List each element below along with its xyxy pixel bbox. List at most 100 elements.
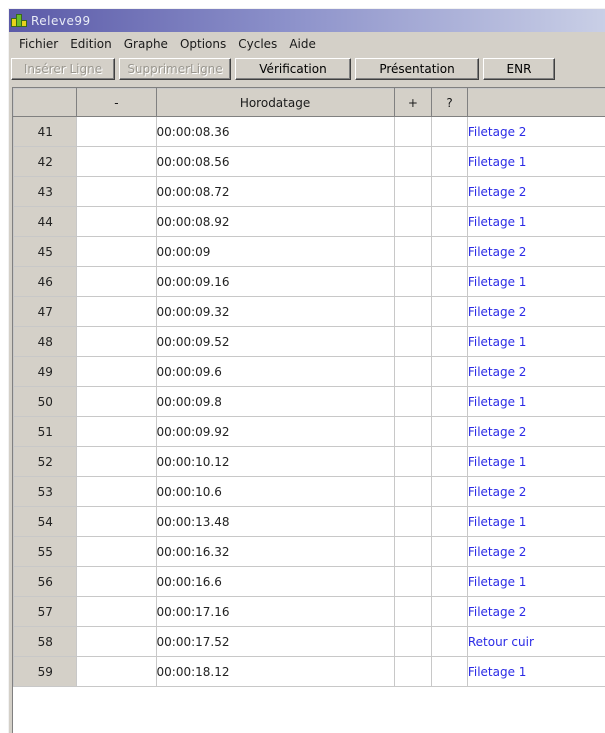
row-number[interactable]: 49 [13, 356, 78, 387]
table-row[interactable]: 47 00:00:09.32 Filetage 2 [13, 296, 605, 327]
cell-timestamp[interactable]: 00:00:17.52 [155, 626, 395, 657]
cell-plus[interactable] [393, 536, 433, 567]
row-number[interactable]: 59 [13, 656, 78, 687]
cell-minus[interactable] [76, 416, 157, 447]
delete-line-button[interactable]: SupprimerLigne [119, 58, 231, 80]
cell-minus[interactable] [76, 176, 157, 207]
cell-timestamp[interactable]: 00:00:08.36 [155, 116, 395, 147]
cell-question[interactable] [431, 476, 468, 507]
row-number[interactable]: 43 [13, 176, 78, 207]
row-number[interactable]: 55 [13, 536, 78, 567]
cell-action[interactable]: Filetage 1 [466, 656, 605, 687]
table-row[interactable]: 41 00:00:08.36 Filetage 2 [13, 116, 605, 147]
cell-timestamp[interactable]: 00:00:18.12 [155, 656, 395, 687]
cell-question[interactable] [431, 296, 468, 327]
cell-action[interactable]: Filetage 2 [466, 356, 605, 387]
table-row[interactable]: 52 00:00:10.12 Filetage 1 [13, 446, 605, 477]
row-number[interactable]: 45 [13, 236, 78, 267]
cell-timestamp[interactable]: 00:00:09 [155, 236, 395, 267]
row-number[interactable]: 53 [13, 476, 78, 507]
cell-timestamp[interactable]: 00:00:09.92 [155, 416, 395, 447]
cell-question[interactable] [431, 266, 468, 297]
cell-action[interactable]: Filetage 2 [466, 236, 605, 267]
cell-minus[interactable] [76, 506, 157, 537]
table-row[interactable]: 53 00:00:10.6 Filetage 2 [13, 476, 605, 507]
cell-action[interactable]: Filetage 2 [466, 296, 605, 327]
cell-plus[interactable] [393, 416, 433, 447]
cell-timestamp[interactable]: 00:00:16.32 [155, 536, 395, 567]
cell-question[interactable] [431, 446, 468, 477]
row-number[interactable]: 52 [13, 446, 78, 477]
cell-action[interactable]: Filetage 1 [466, 566, 605, 597]
cell-timestamp[interactable]: 00:00:17.16 [155, 596, 395, 627]
cell-question[interactable] [431, 326, 468, 357]
row-number[interactable]: 58 [13, 626, 78, 657]
menu-edition[interactable]: Edition [64, 37, 118, 51]
cell-timestamp[interactable]: 00:00:13.48 [155, 506, 395, 537]
menu-options[interactable]: Options [174, 37, 232, 51]
cell-minus[interactable] [76, 626, 157, 657]
row-number[interactable]: 46 [13, 266, 78, 297]
row-number[interactable]: 41 [13, 116, 78, 147]
table-row[interactable]: 44 00:00:08.92 Filetage 1 [13, 206, 605, 237]
cell-timestamp[interactable]: 00:00:16.6 [155, 566, 395, 597]
row-number[interactable]: 44 [13, 206, 78, 237]
cell-action[interactable]: Filetage 1 [466, 446, 605, 477]
cell-question[interactable] [431, 386, 468, 417]
cell-action[interactable]: Filetage 2 [466, 536, 605, 567]
cell-action[interactable]: Filetage 2 [466, 596, 605, 627]
table-row[interactable]: 48 00:00:09.52 Filetage 1 [13, 326, 605, 357]
cell-plus[interactable] [393, 476, 433, 507]
cell-minus[interactable] [76, 266, 157, 297]
presentation-button[interactable]: Présentation [355, 58, 479, 80]
cell-plus[interactable] [393, 236, 433, 267]
cell-question[interactable] [431, 596, 468, 627]
header-horodatage[interactable]: Horodatage [155, 88, 395, 117]
cell-timestamp[interactable]: 00:00:09.32 [155, 296, 395, 327]
menu-aide[interactable]: Aide [283, 37, 322, 51]
table-row[interactable]: 57 00:00:17.16 Filetage 2 [13, 596, 605, 627]
save-button[interactable]: ENR [483, 58, 555, 80]
cell-question[interactable] [431, 206, 468, 237]
cell-minus[interactable] [76, 146, 157, 177]
cell-question[interactable] [431, 116, 468, 147]
cell-action[interactable]: Filetage 1 [466, 506, 605, 537]
cell-question[interactable] [431, 146, 468, 177]
cell-timestamp[interactable]: 00:00:10.6 [155, 476, 395, 507]
menu-graphe[interactable]: Graphe [118, 37, 174, 51]
header-question[interactable]: ? [431, 88, 468, 117]
verification-button[interactable]: Vérification [235, 58, 351, 80]
cell-minus[interactable] [76, 386, 157, 417]
row-number[interactable]: 42 [13, 146, 78, 177]
cell-plus[interactable] [393, 506, 433, 537]
insert-line-button[interactable]: Insérer Ligne [11, 58, 115, 80]
cell-question[interactable] [431, 356, 468, 387]
cell-plus[interactable] [393, 326, 433, 357]
row-number[interactable]: 54 [13, 506, 78, 537]
cell-question[interactable] [431, 176, 468, 207]
cell-plus[interactable] [393, 596, 433, 627]
row-number[interactable]: 50 [13, 386, 78, 417]
menu-cycles[interactable]: Cycles [232, 37, 283, 51]
header-corner[interactable] [13, 88, 78, 117]
cell-action[interactable]: Retour cuir [466, 626, 605, 657]
table-row[interactable]: 46 00:00:09.16 Filetage 1 [13, 266, 605, 297]
cell-minus[interactable] [76, 326, 157, 357]
table-row[interactable]: 51 00:00:09.92 Filetage 2 [13, 416, 605, 447]
cell-timestamp[interactable]: 00:00:08.92 [155, 206, 395, 237]
cell-plus[interactable] [393, 266, 433, 297]
cell-question[interactable] [431, 536, 468, 567]
cell-minus[interactable] [76, 536, 157, 567]
cell-plus[interactable] [393, 656, 433, 687]
cell-minus[interactable] [76, 296, 157, 327]
cell-minus[interactable] [76, 356, 157, 387]
row-number[interactable]: 47 [13, 296, 78, 327]
cell-timestamp[interactable]: 00:00:09.52 [155, 326, 395, 357]
cell-question[interactable] [431, 506, 468, 537]
cell-minus[interactable] [76, 116, 157, 147]
table-row[interactable]: 58 00:00:17.52 Retour cuir [13, 626, 605, 657]
table-row[interactable]: 42 00:00:08.56 Filetage 1 [13, 146, 605, 177]
cell-question[interactable] [431, 416, 468, 447]
row-number[interactable]: 56 [13, 566, 78, 597]
cell-action[interactable]: Filetage 2 [466, 476, 605, 507]
